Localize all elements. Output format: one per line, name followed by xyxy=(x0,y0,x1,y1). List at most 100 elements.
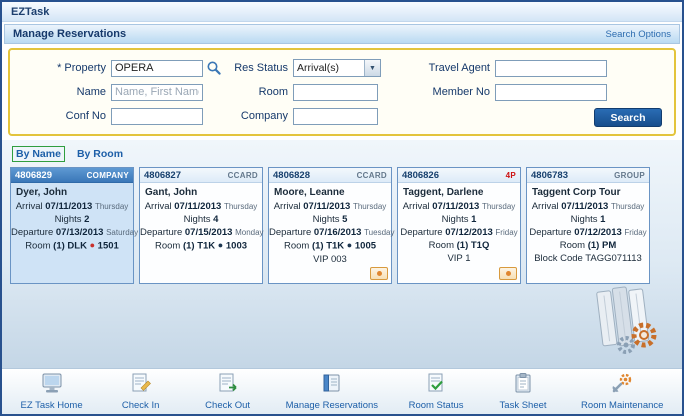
reservation-card[interactable]: 4806829 COMPANY Dyer, John Arrival 07/11… xyxy=(10,167,139,284)
arrival-line: Arrival 07/11/2013 Thursday xyxy=(402,201,516,212)
toolbar-label: Task Sheet xyxy=(499,400,547,411)
member-no-label: Member No xyxy=(432,86,490,98)
card-header: 4806827 CCARD xyxy=(140,168,262,183)
toolbar-label: EZ Task Home xyxy=(20,400,83,411)
toolbar-label: Manage Reservations xyxy=(285,400,379,411)
payment-type-badge: CCARD xyxy=(227,170,258,180)
reservation-card[interactable]: 4806828 CCARD Moore, Leanne Arrival 07/1… xyxy=(268,167,395,284)
arrival-line: Arrival 07/11/2013 Thursday xyxy=(531,201,645,212)
property-label: * Property xyxy=(57,62,106,74)
room-label: Room xyxy=(258,86,288,98)
search-lookup-icon[interactable] xyxy=(206,60,222,76)
room-input[interactable] xyxy=(293,83,378,101)
toolbar-room-maintenance[interactable]: Room Maintenance xyxy=(581,372,663,411)
toolbar-manage-reservations[interactable]: Manage Reservations xyxy=(286,372,378,411)
tab-by-room[interactable]: By Room xyxy=(73,146,127,162)
chevron-down-icon[interactable]: ▼ xyxy=(364,60,380,76)
confirmation-number: 4806828 xyxy=(273,169,310,181)
room-line: Room (1) T1Q xyxy=(428,240,490,251)
payment-type-badge: GROUP xyxy=(614,170,645,180)
toolbar-ez-task-home[interactable]: EZ Task Home xyxy=(21,372,83,411)
member-no-input[interactable] xyxy=(495,83,607,101)
room-status-icon: ● xyxy=(217,240,224,250)
confirmation-number: 4806783 xyxy=(531,169,568,181)
payment-type-badge: COMPANY xyxy=(86,170,129,180)
toolbar-check-out[interactable]: Check Out xyxy=(199,372,257,411)
card-header: 4806828 CCARD xyxy=(269,168,391,183)
nights-line: Nights 2 xyxy=(54,214,90,225)
toolbar-label: Check Out xyxy=(205,400,251,411)
vip-line: VIP 003 xyxy=(313,253,347,265)
check-in-icon xyxy=(128,372,154,399)
property-input[interactable] xyxy=(111,59,203,77)
home-computer-icon xyxy=(39,372,65,399)
payment-type-badge: CCARD xyxy=(356,170,387,180)
name-label: Name xyxy=(76,86,106,98)
guest-name: Taggent, Darlene xyxy=(403,187,484,198)
nights-line: Nights 1 xyxy=(441,214,477,225)
reservation-cards: 4806829 COMPANY Dyer, John Arrival 07/11… xyxy=(10,167,674,284)
bottom-toolbar: EZ Task Home Check In Check Out Manage R… xyxy=(2,368,682,414)
toolbar-check-in[interactable]: Check In xyxy=(112,372,170,411)
travel-agent-label: Travel Agent xyxy=(428,62,490,74)
search-form: * Property Name Conf No Res Status Arriv… xyxy=(8,48,676,136)
departure-line: Departure 07/12/2013 Friday xyxy=(529,227,647,238)
arrival-line: Arrival 07/11/2013 Thursday xyxy=(144,201,258,212)
eztask-window: EZTask Manage Reservations Search Option… xyxy=(0,0,684,416)
card-header: 4806826 4P xyxy=(398,168,520,183)
conf-no-input[interactable] xyxy=(111,107,203,125)
room-line: Room (1) T1K ● 1003 xyxy=(154,240,248,252)
app-title: EZTask xyxy=(11,5,50,18)
page-title: Manage Reservations xyxy=(13,28,127,40)
arrival-line: Arrival 07/11/2013 Thursday xyxy=(273,201,387,212)
guest-name: Taggent Corp Tour xyxy=(532,187,621,198)
tab-by-name[interactable]: By Name xyxy=(12,146,65,162)
room-status-icon: ● xyxy=(89,240,96,250)
guest-name: Moore, Leanne xyxy=(274,187,345,198)
room-line: Room (1) PM xyxy=(559,240,617,251)
page-header: Manage Reservations Search Options xyxy=(4,24,680,44)
company-label: Company xyxy=(240,110,288,122)
toolbar-task-sheet[interactable]: Task Sheet xyxy=(494,372,552,411)
reservation-card[interactable]: 4806783 GROUP Taggent Corp Tour Arrival … xyxy=(526,167,650,284)
payment-type-badge: 4P xyxy=(505,170,516,180)
nights-line: Nights 4 xyxy=(183,214,219,225)
membership-stamp-icon xyxy=(370,267,388,280)
view-tabs: By Name By Room xyxy=(12,146,682,162)
room-status-icon: ● xyxy=(346,240,353,250)
room-maintenance-icon xyxy=(609,372,635,399)
confirmation-number: 4806829 xyxy=(15,169,52,181)
toolbar-label: Check In xyxy=(121,400,160,411)
toolbar-room-status[interactable]: Room Status xyxy=(407,372,465,411)
search-button[interactable]: Search xyxy=(594,108,662,127)
search-options-link[interactable]: Search Options xyxy=(606,29,671,40)
block-code-line: Block Code TAGG071113 xyxy=(534,253,642,264)
reservation-card[interactable]: 4806827 CCARD Gant, John Arrival 07/11/2… xyxy=(139,167,264,284)
conf-no-label: Conf No xyxy=(65,110,106,122)
card-header: 4806829 COMPANY xyxy=(11,168,133,183)
departure-line: Departure 07/16/2013 Tuesday xyxy=(269,227,395,238)
guest-name: Dyer, John xyxy=(16,187,68,198)
books-gears-graphic xyxy=(584,281,670,362)
card-header: 4806783 GROUP xyxy=(527,168,649,183)
arrival-line: Arrival 07/11/2013 Thursday xyxy=(15,201,129,212)
check-out-icon xyxy=(215,372,241,399)
travel-agent-input[interactable] xyxy=(495,59,607,77)
room-line: Room (1) T1K ● 1005 xyxy=(283,240,377,252)
res-status-value: Arrival(s) xyxy=(297,62,339,74)
nights-line: Nights 1 xyxy=(570,214,606,225)
title-bar: EZTask xyxy=(2,2,682,22)
reservation-card[interactable]: 4806826 4P Taggent, Darlene Arrival 07/1… xyxy=(397,167,521,284)
nights-line: Nights 5 xyxy=(312,214,348,225)
departure-line: Departure 07/13/2013 Saturday xyxy=(11,227,139,238)
task-sheet-icon xyxy=(510,372,536,399)
reservations-book-icon xyxy=(319,372,345,399)
room-line: Room (1) DLK ● 1501 xyxy=(25,240,119,252)
room-status-icon xyxy=(423,372,449,399)
res-status-select[interactable]: Arrival(s) ▼ xyxy=(293,59,381,77)
guest-name: Gant, John xyxy=(145,187,198,198)
name-input[interactable] xyxy=(111,83,203,101)
company-input[interactable] xyxy=(293,107,378,125)
vip-line: VIP 1 xyxy=(447,253,471,264)
toolbar-label: Room Maintenance xyxy=(581,400,664,411)
